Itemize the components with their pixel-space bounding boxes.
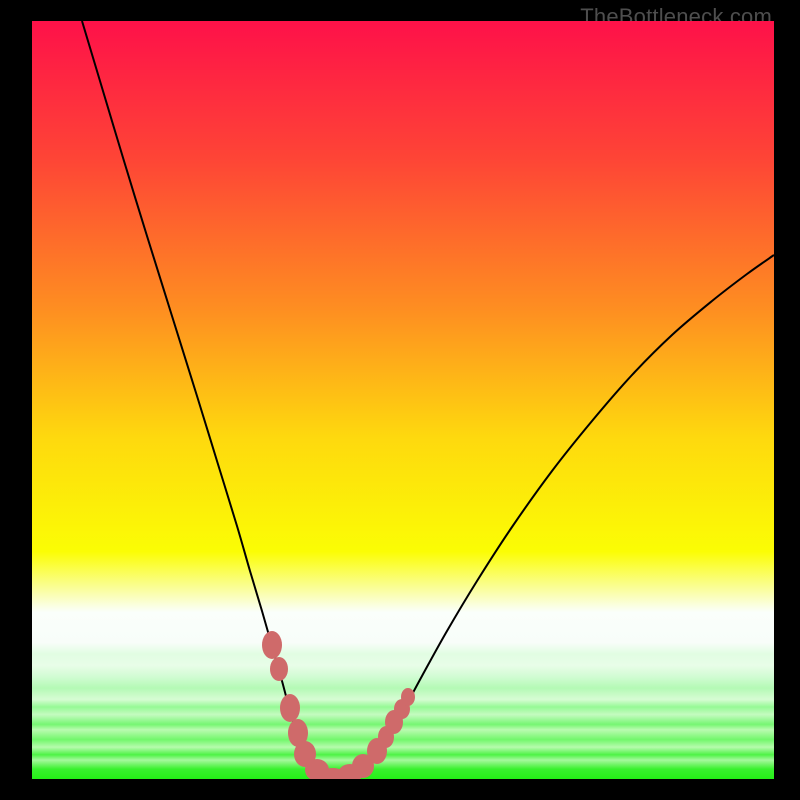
plot-area xyxy=(32,21,774,779)
chart-svg xyxy=(32,21,774,779)
frame: TheBottleneck.com xyxy=(0,0,800,800)
data-marker xyxy=(401,688,415,706)
data-marker xyxy=(262,631,282,659)
data-marker xyxy=(280,694,300,722)
gradient-background xyxy=(32,21,774,779)
data-marker xyxy=(270,657,288,681)
